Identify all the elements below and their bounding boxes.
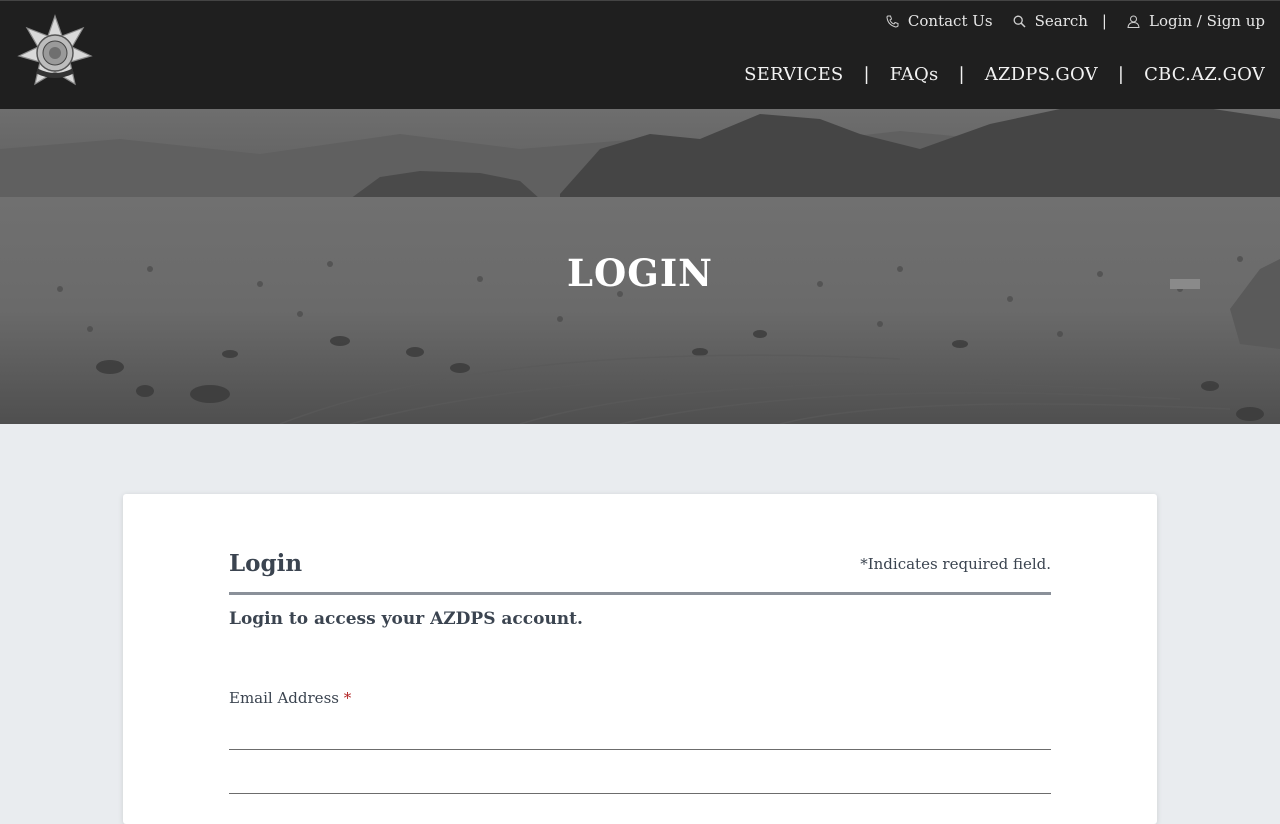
nav-separator: | [863, 63, 870, 85]
login-signup-label: Login / Sign up [1148, 12, 1265, 30]
form-header: Login *Indicates required field. [229, 550, 1051, 595]
nav-cbc-az-gov[interactable]: CBC.AZ.GOV [1144, 64, 1265, 85]
contact-us-label: Contact Us [907, 12, 993, 30]
nav-services[interactable]: SERVICES [744, 64, 843, 85]
contact-us-link[interactable]: Contact Us [886, 12, 993, 30]
search-link[interactable]: Search [1013, 12, 1088, 30]
form-intro-text: Login to access your AZDPS account. [229, 609, 583, 629]
phone-icon [886, 15, 899, 28]
required-field-note: *Indicates required field. [860, 555, 1051, 573]
hero-title: LOGIN [567, 251, 713, 295]
email-label: Email Address * [229, 689, 351, 707]
email-label-text: Email Address [229, 689, 339, 707]
badge-icon [17, 14, 93, 86]
search-icon [1013, 15, 1026, 28]
search-label: Search [1034, 12, 1088, 30]
nav-faqs[interactable]: FAQs [890, 64, 939, 85]
azdps-badge-logo[interactable] [16, 14, 94, 92]
nav-azdps-gov[interactable]: AZDPS.GOV [985, 64, 1098, 85]
required-marker: * [343, 689, 352, 707]
nav-separator: | [1117, 63, 1125, 85]
email-field[interactable] [229, 714, 1051, 750]
user-icon [1127, 15, 1140, 28]
site-header: Contact Us Search | Login / Sign up SERV… [0, 0, 1280, 109]
login-card: Login *Indicates required field. Login t… [123, 494, 1157, 824]
hero-banner: LOGIN [0, 109, 1280, 424]
utility-nav: Contact Us Search | Login / Sign up [886, 10, 1265, 32]
nav-separator: | [958, 63, 965, 85]
form-title: Login [229, 550, 303, 577]
main-nav: SERVICES | FAQs | AZDPS.GOV | CBC.AZ.GOV [744, 61, 1265, 87]
utility-separator: | [1101, 12, 1107, 30]
next-field-underline[interactable] [229, 793, 1051, 794]
login-signup-link[interactable]: Login / Sign up [1127, 12, 1265, 30]
